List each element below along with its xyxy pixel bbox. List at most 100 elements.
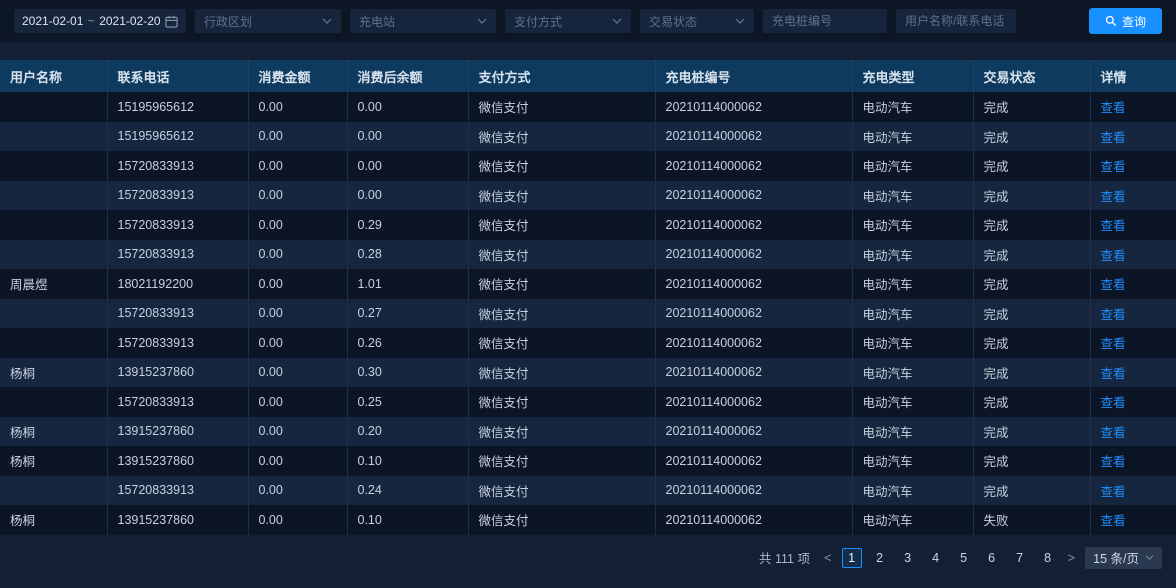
region-select[interactable]: 行政区划 — [195, 9, 341, 33]
user-search-input[interactable] — [896, 9, 1016, 33]
cell-phone: 15720833913 — [107, 210, 248, 240]
cell-phone: 15720833913 — [107, 328, 248, 358]
cell-name: 杨桐 — [0, 505, 107, 535]
cell-amount: 0.00 — [248, 328, 347, 358]
view-detail-link[interactable]: 查看 — [1101, 160, 1126, 174]
view-detail-link[interactable]: 查看 — [1101, 367, 1126, 381]
cell-pile_no: 20210114000062 — [655, 181, 852, 211]
page-button-6[interactable]: 6 — [982, 548, 1002, 568]
date-end: 2021-02-20 — [99, 14, 160, 28]
table-wrap: 用户名称 联系电话 消费金额 消费后余额 支付方式 充电桩编号 充电类型 交易状… — [0, 60, 1176, 535]
view-detail-link[interactable]: 查看 — [1101, 219, 1126, 233]
view-detail-link[interactable]: 查看 — [1101, 190, 1126, 204]
cell-detail: 查看 — [1090, 446, 1176, 476]
cell-amount: 0.00 — [248, 505, 347, 535]
view-detail-link[interactable]: 查看 — [1101, 131, 1126, 145]
view-detail-link[interactable]: 查看 — [1101, 101, 1126, 115]
pile-number-input[interactable] — [763, 9, 887, 33]
view-detail-link[interactable]: 查看 — [1101, 337, 1126, 351]
cell-detail: 查看 — [1090, 299, 1176, 329]
cell-name — [0, 122, 107, 152]
page-button-4[interactable]: 4 — [926, 548, 946, 568]
cell-balance: 0.10 — [347, 505, 468, 535]
cell-balance: 0.10 — [347, 446, 468, 476]
cell-pile_no: 20210114000062 — [655, 446, 852, 476]
cell-charge_type: 电动汽车 — [852, 181, 973, 211]
cell-charge_type: 电动汽车 — [852, 328, 973, 358]
cell-name: 周晨煜 — [0, 269, 107, 299]
station-select[interactable]: 充电站 — [350, 9, 496, 33]
cell-charge_type: 电动汽车 — [852, 476, 973, 506]
cell-phone: 13915237860 — [107, 417, 248, 447]
page-button-8[interactable]: 8 — [1038, 548, 1058, 568]
search-button[interactable]: 查询 — [1089, 8, 1162, 34]
cell-detail: 查看 — [1090, 210, 1176, 240]
cell-phone: 15720833913 — [107, 240, 248, 270]
cell-phone: 18021192200 — [107, 269, 248, 299]
table-row: 157208339130.000.26微信支付20210114000062电动汽… — [0, 328, 1176, 358]
table-row: 杨桐139152378600.000.30微信支付20210114000062电… — [0, 358, 1176, 388]
cell-balance: 0.00 — [347, 151, 468, 181]
view-detail-link[interactable]: 查看 — [1101, 426, 1126, 440]
page-button-2[interactable]: 2 — [870, 548, 890, 568]
page-button-3[interactable]: 3 — [898, 548, 918, 568]
cell-charge_type: 电动汽车 — [852, 210, 973, 240]
page-button-5[interactable]: 5 — [954, 548, 974, 568]
cell-name — [0, 210, 107, 240]
cell-amount: 0.00 — [248, 240, 347, 270]
cell-status: 完成 — [973, 417, 1090, 447]
table-row: 杨桐139152378600.000.10微信支付20210114000062电… — [0, 446, 1176, 476]
cell-status: 完成 — [973, 476, 1090, 506]
cell-pile_no: 20210114000062 — [655, 299, 852, 329]
table-row: 周晨煜180211922000.001.01微信支付20210114000062… — [0, 269, 1176, 299]
view-detail-link[interactable]: 查看 — [1101, 249, 1126, 263]
payment-select-placeholder: 支付方式 — [514, 13, 562, 30]
view-detail-link[interactable]: 查看 — [1101, 278, 1126, 292]
status-select-placeholder: 交易状态 — [649, 13, 697, 30]
view-detail-link[interactable]: 查看 — [1101, 308, 1126, 322]
view-detail-link[interactable]: 查看 — [1101, 396, 1126, 410]
cell-pile_no: 20210114000062 — [655, 240, 852, 270]
cell-balance: 0.30 — [347, 358, 468, 388]
table-row: 157208339130.000.24微信支付20210114000062电动汽… — [0, 476, 1176, 506]
cell-status: 完成 — [973, 181, 1090, 211]
cell-detail: 查看 — [1090, 417, 1176, 447]
cell-amount: 0.00 — [248, 151, 347, 181]
cell-detail: 查看 — [1090, 240, 1176, 270]
cell-name — [0, 328, 107, 358]
cell-name: 杨桐 — [0, 446, 107, 476]
cell-payment: 微信支付 — [468, 240, 655, 270]
date-separator: ~ — [88, 14, 95, 28]
page-list: 12345678 — [842, 548, 1058, 568]
view-detail-link[interactable]: 查看 — [1101, 514, 1126, 528]
cell-status: 完成 — [973, 269, 1090, 299]
page-size-select[interactable]: 15 条/页 — [1085, 547, 1162, 569]
cell-status: 完成 — [973, 358, 1090, 388]
cell-name — [0, 92, 107, 122]
page-button-1[interactable]: 1 — [842, 548, 862, 568]
payment-method-select[interactable]: 支付方式 — [505, 9, 631, 33]
table-row: 157208339130.000.00微信支付20210114000062电动汽… — [0, 181, 1176, 211]
next-page-button[interactable]: > — [1066, 550, 1078, 565]
col-payment-method: 支付方式 — [468, 60, 655, 92]
cell-detail: 查看 — [1090, 122, 1176, 152]
search-icon — [1105, 15, 1117, 27]
view-detail-link[interactable]: 查看 — [1101, 455, 1126, 469]
cell-balance: 0.00 — [347, 92, 468, 122]
cell-phone: 13915237860 — [107, 446, 248, 476]
cell-balance: 0.26 — [347, 328, 468, 358]
cell-status: 完成 — [973, 122, 1090, 152]
table-row: 157208339130.000.28微信支付20210114000062电动汽… — [0, 240, 1176, 270]
col-detail: 详情 — [1090, 60, 1176, 92]
cell-balance: 0.24 — [347, 476, 468, 506]
cell-amount: 0.00 — [248, 269, 347, 299]
prev-page-button[interactable]: < — [822, 550, 834, 565]
transaction-status-select[interactable]: 交易状态 — [640, 9, 754, 33]
table-row: 157208339130.000.29微信支付20210114000062电动汽… — [0, 210, 1176, 240]
page-button-7[interactable]: 7 — [1010, 548, 1030, 568]
date-range-picker[interactable]: 2021-02-01 ~ 2021-02-20 — [14, 9, 186, 33]
cell-status: 完成 — [973, 446, 1090, 476]
view-detail-link[interactable]: 查看 — [1101, 485, 1126, 499]
cell-status: 失败 — [973, 505, 1090, 535]
chevron-down-icon — [735, 18, 745, 24]
